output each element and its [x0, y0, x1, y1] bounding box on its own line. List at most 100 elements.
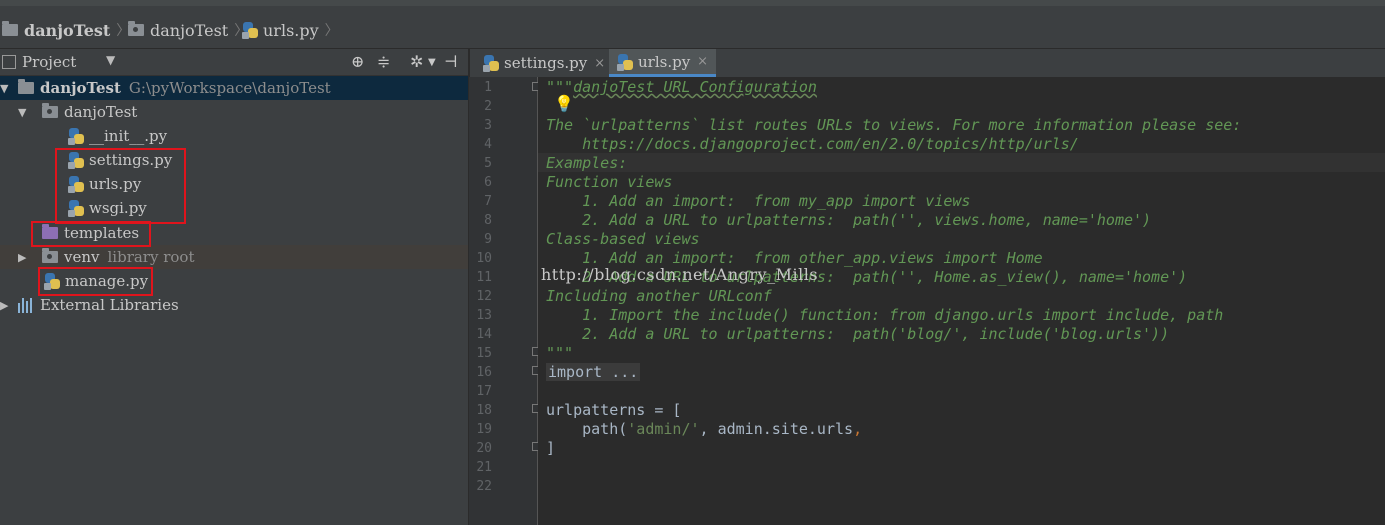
tab-urls-py[interactable]: urls.py ×: [609, 49, 717, 77]
code-line-16[interactable]: import ...: [546, 363, 641, 381]
navigation-bar: danjoTest 〉 danjoTest 〉 urls.py 〉: [0, 0, 1385, 49]
tree-item-project-root[interactable]: ▼ danjoTest G:\pyWorkspace\danjoTest: [0, 76, 468, 100]
python-file-icon: [617, 53, 633, 71]
tab-label: settings.py: [504, 54, 588, 72]
folder-icon: [42, 248, 58, 263]
code-line-4: https://docs.djangoproject.com/en/2.0/to…: [546, 135, 1079, 153]
tree-item-label: danjoTest: [40, 79, 121, 97]
tree-item-label: danjoTest: [64, 103, 138, 121]
tree-item-label: venv: [64, 248, 100, 266]
breadcrumb-separator: 〉: [324, 23, 339, 39]
breadcrumb-label: danjoTest: [150, 20, 229, 40]
folder-icon: [18, 79, 34, 94]
code-line-19: urlpatterns = [: [546, 401, 682, 419]
line-number: 10: [476, 251, 492, 266]
menu-strip: [0, 0, 1385, 6]
tree-item-external-libraries[interactable]: ▶ External Libraries: [0, 293, 468, 317]
breadcrumb-item-project[interactable]: danjoTest 〉: [2, 19, 130, 41]
gear-dropdown-icon[interactable]: ▼: [428, 57, 436, 68]
tree-item-package[interactable]: ▼ danjoTest: [0, 100, 468, 124]
watermark: http://blog.csdn.net/Angry_Mills: [541, 265, 819, 284]
python-file-icon: [483, 54, 499, 72]
code-string: 'admin/': [627, 420, 700, 438]
line-number: 22: [476, 479, 492, 494]
code-line-7: 1. Add an import: from my_app import vie…: [546, 192, 971, 210]
gear-icon[interactable]: ✲: [410, 52, 423, 71]
collapse-arrow-icon[interactable]: ▶: [0, 299, 8, 312]
python-file-icon: [242, 21, 258, 39]
expand-arrow-icon[interactable]: ▼: [18, 106, 26, 119]
line-number: 2: [484, 99, 492, 114]
line-number: 9: [484, 232, 492, 247]
tab-settings-py[interactable]: settings.py ×: [479, 49, 609, 77]
breadcrumb-label: urls.py: [263, 20, 319, 40]
package-folder-icon: [128, 21, 144, 36]
project-view-icon: [2, 55, 16, 69]
line-number: 5: [484, 156, 492, 171]
tree-item-init-py[interactable]: __init__.py: [0, 124, 468, 148]
line-number: 6: [484, 175, 492, 190]
collapsed-imports[interactable]: import ...: [546, 363, 641, 381]
line-number: 4: [484, 137, 492, 152]
line-number: 14: [476, 327, 492, 342]
tree-item-path: G:\pyWorkspace\danjoTest: [128, 79, 331, 97]
code-comma: ,: [853, 420, 863, 438]
library-icon: [18, 297, 32, 313]
line-number: 17: [476, 384, 492, 399]
docstring-title: danjoTest URL Configuration: [573, 78, 817, 96]
project-panel-header: Project ▼ ⊕ ≑ ✲ ▼ ⊣: [0, 49, 468, 76]
line-number: 1: [484, 80, 492, 95]
lightbulb-icon[interactable]: 💡: [554, 94, 574, 113]
package-folder-icon: [42, 103, 58, 118]
line-number: 21: [476, 460, 492, 475]
line-number: 7: [484, 194, 492, 209]
line-number: 20: [476, 441, 492, 456]
editor-tabs: settings.py × urls.py ×: [469, 49, 1385, 78]
line-number: 12: [476, 289, 492, 304]
target-icon[interactable]: ⊕: [351, 52, 364, 71]
breadcrumb-item-file[interactable]: urls.py 〉: [242, 19, 339, 41]
close-tab-icon[interactable]: ×: [697, 54, 708, 69]
highlight-box-templates: [31, 221, 151, 247]
dropdown-arrow-icon[interactable]: ▼: [106, 53, 115, 67]
editor-gutter: 1 2 3 4 5 6 7 8 9 10 11 12 13 14 15 16 1…: [469, 77, 538, 525]
code-line-9: Class-based views: [546, 230, 700, 248]
breadcrumb-label: danjoTest: [24, 20, 111, 40]
collapse-arrow-icon[interactable]: ▶: [18, 251, 26, 264]
code-line-1: """danjoTest URL Configuration: [546, 78, 817, 96]
project-tree: ▼ danjoTest G:\pyWorkspace\danjoTest ▼ d…: [0, 76, 468, 525]
tree-item-venv[interactable]: ▶ venv library root: [0, 245, 468, 269]
code-line-8: 2. Add a URL to urlpatterns: path('', vi…: [546, 211, 1152, 229]
line-number: 16: [476, 365, 492, 380]
code-editor[interactable]: """danjoTest URL Configuration 💡 The `ur…: [538, 77, 1385, 525]
line-number: 13: [476, 308, 492, 323]
expand-arrow-icon[interactable]: ▼: [0, 82, 8, 95]
line-number: 8: [484, 213, 492, 228]
code-line-12: Including another URLconf: [546, 287, 772, 305]
code-token: , admin.site.urls: [699, 420, 854, 438]
hide-panel-icon[interactable]: ⊣: [444, 52, 458, 71]
collapse-all-icon[interactable]: ≑: [377, 52, 390, 71]
python-file-icon: [68, 127, 84, 145]
code-line-3: The `urlpatterns` list routes URLs to vi…: [546, 116, 1242, 134]
highlight-box-manage-py: [38, 267, 153, 296]
project-view-selector[interactable]: Project: [22, 53, 76, 71]
code-line-20: path('admin/', admin.site.urls,: [546, 420, 862, 438]
tree-item-suffix: library root: [107, 248, 195, 266]
code-line-13: 1. Import the include() function: from d…: [546, 306, 1224, 324]
folder-icon: [2, 21, 18, 36]
code-line-21: ]: [546, 439, 556, 457]
line-number: 18: [476, 403, 492, 418]
tree-item-label: __init__.py: [89, 127, 168, 145]
line-number: 19: [476, 422, 492, 437]
line-number: 15: [476, 346, 492, 361]
code-line-15: """: [546, 344, 574, 362]
close-tab-icon[interactable]: ×: [594, 56, 605, 71]
code-token: path(: [546, 420, 628, 438]
breadcrumb-item-package[interactable]: danjoTest 〉: [128, 19, 248, 41]
code-line-14: 2. Add a URL to urlpatterns: path('blog/…: [546, 325, 1170, 343]
line-number: 3: [484, 118, 492, 133]
tree-item-label: External Libraries: [40, 296, 179, 314]
code-line-6: Function views: [546, 173, 673, 191]
highlight-box-python-files: [55, 148, 186, 224]
